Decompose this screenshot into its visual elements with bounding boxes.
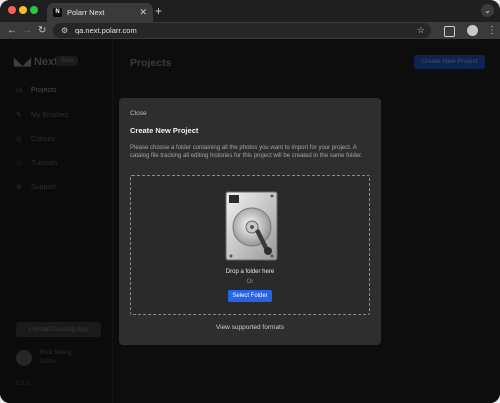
folder-drop-zone[interactable]: Drop a folder here Or Select Folder [130, 175, 370, 315]
hard-drive-icon [225, 191, 278, 261]
tab-search-button[interactable]: ⌄ [481, 4, 494, 17]
select-folder-button[interactable]: Select Folder [228, 290, 272, 302]
profile-avatar-icon[interactable] [467, 25, 478, 36]
modal-close-button[interactable]: Close [130, 110, 147, 117]
close-window-button[interactable] [8, 6, 16, 14]
browser-toolbar: ← → ↻ ⚙ qa.next.polarr.com ☆ ⋮ [0, 22, 500, 39]
next-logo-icon: ◣◢ [14, 56, 34, 68]
polarr-favicon-icon: N [53, 8, 62, 17]
view-supported-formats-link[interactable]: View supported formats [119, 324, 381, 331]
avatar[interactable] [16, 350, 32, 366]
layers-icon: ▭ [16, 87, 23, 94]
create-project-modal: Close Create New Project Please choose a… [119, 98, 381, 345]
tab-close-icon[interactable]: ✕ [139, 3, 147, 22]
browser-menu-icon[interactable]: ⋮ [487, 22, 497, 39]
sidebar-item-support[interactable]: ⊕ Support [16, 183, 56, 191]
forward-arrow-icon[interactable]: → [22, 22, 32, 39]
url-text: qa.next.polarr.com [75, 26, 137, 35]
bookmark-star-icon[interactable]: ☆ [417, 23, 425, 38]
modal-description: Please choose a folder containing all th… [130, 145, 363, 160]
sidebar-item-projects[interactable]: ▭ Projects [16, 86, 56, 94]
or-separator: Or [246, 279, 254, 285]
reload-icon[interactable]: ↻ [38, 22, 46, 39]
book-icon: ◇ [16, 160, 22, 167]
address-bar[interactable]: ⚙ qa.next.polarr.com ☆ [53, 23, 431, 38]
help-icon: ⊕ [16, 184, 22, 191]
tab-strip: N Polarr Next ✕ + ⌄ [0, 0, 500, 22]
sidebar-item-colours[interactable]: ◎ Colours [16, 135, 55, 143]
brush-icon: ✎ [16, 112, 22, 119]
app-logo: ◣◢ Next [14, 56, 58, 68]
user-role: Editor [40, 359, 56, 365]
browser-tab[interactable]: N Polarr Next ✕ [47, 3, 153, 22]
new-tab-button[interactable]: + [155, 3, 162, 19]
user-name: Rick Wang [40, 349, 72, 356]
maximize-window-button[interactable] [30, 6, 38, 14]
site-settings-icon[interactable]: ⚙ [61, 23, 68, 38]
create-new-project-button[interactable]: Create New Project [414, 55, 485, 69]
install-desktop-app-button[interactable]: ⤓ Install Desktop App [16, 322, 101, 337]
palette-icon: ◎ [16, 136, 23, 143]
beta-badge: Beta [56, 56, 79, 66]
extensions-icon[interactable] [444, 26, 455, 37]
browser-window: N Polarr Next ✕ + ⌄ ← → ↻ ⚙ qa.next.pola… [0, 0, 500, 403]
page-title: Projects [130, 57, 172, 69]
minimize-window-button[interactable] [19, 6, 27, 14]
sidebar: ◣◢ Next Beta ▭ Projects ✎ My Brushes ◎ Colo… [0, 39, 113, 403]
back-arrow-icon[interactable]: ← [7, 22, 17, 39]
modal-title: Create New Project [130, 126, 199, 135]
sidebar-item-tutorials[interactable]: ◇ Tutorials [16, 159, 58, 167]
tab-title: Polarr Next [67, 8, 105, 17]
sidebar-item-my-brushes[interactable]: ✎ My Brushes [16, 111, 68, 119]
app-version: 0.8.5 [16, 381, 30, 387]
drop-folder-text: Drop a folder here [225, 269, 275, 275]
